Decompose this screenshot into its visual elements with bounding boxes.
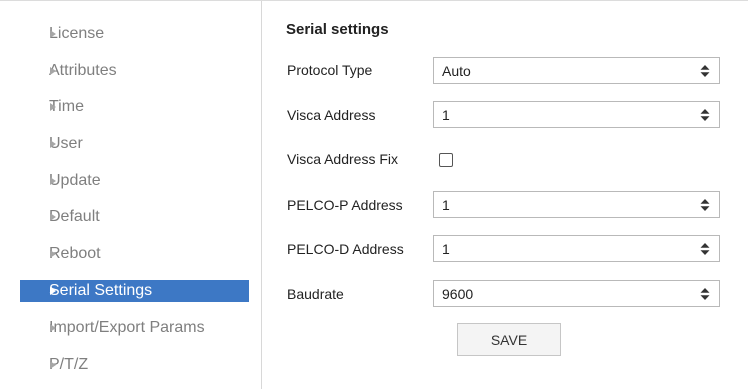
sidebar-item-license[interactable]: License — [20, 23, 249, 45]
triangle-right-icon — [50, 67, 56, 75]
pelco-p-address-select[interactable]: 1 — [433, 191, 720, 218]
protocol-type-value: Auto — [442, 62, 471, 79]
sidebar: License Attributes Time User Update Defa… — [0, 1, 262, 389]
sidebar-item-reboot[interactable]: Reboot — [20, 243, 249, 265]
up-down-arrows-icon — [700, 242, 710, 255]
visca-address-value: 1 — [442, 106, 450, 123]
sidebar-item-label: Reboot — [49, 245, 101, 262]
pelco-d-address-select[interactable]: 1 — [433, 235, 720, 262]
pelco-d-address-label: PELCO-D Address — [287, 241, 404, 257]
sidebar-item-label: Attributes — [49, 62, 117, 79]
up-down-arrows-icon — [700, 287, 710, 300]
visca-address-label: Visca Address — [287, 107, 376, 123]
visca-address-fix-checkbox[interactable] — [439, 153, 453, 167]
sidebar-item-user[interactable]: User — [20, 133, 249, 155]
baudrate-label: Baudrate — [287, 286, 344, 302]
sidebar-item-label: Import/Export Params — [49, 319, 205, 336]
sidebar-item-label: License — [49, 25, 105, 42]
sidebar-item-default[interactable]: Default — [20, 206, 249, 228]
triangle-right-icon — [50, 103, 56, 111]
sidebar-item-label: Update — [49, 172, 101, 189]
up-down-arrows-icon — [700, 198, 710, 211]
triangle-right-icon — [50, 213, 56, 221]
serial-settings-panel: Serial settings Protocol Type Auto Visca… — [262, 1, 748, 389]
sidebar-item-import-export-params[interactable]: Import/Export Params — [20, 317, 249, 339]
up-down-arrows-icon — [700, 108, 710, 121]
triangle-right-icon — [50, 361, 56, 369]
triangle-right-icon — [50, 30, 56, 38]
triangle-right-icon — [50, 287, 56, 295]
section-title: Serial settings — [286, 21, 389, 38]
sidebar-item-ptz[interactable]: P/T/Z — [20, 354, 249, 376]
triangle-right-icon — [50, 324, 56, 332]
pelco-d-address-value: 1 — [442, 240, 450, 257]
sidebar-item-serial-settings[interactable]: Serial Settings — [20, 280, 249, 302]
visca-address-fix-label: Visca Address Fix — [287, 151, 399, 167]
sidebar-item-time[interactable]: Time — [20, 96, 249, 118]
pelco-p-address-label: PELCO-P Address — [287, 197, 403, 213]
triangle-right-icon — [50, 140, 56, 148]
triangle-right-icon — [50, 177, 56, 185]
baudrate-value: 9600 — [442, 285, 474, 302]
protocol-type-select[interactable]: Auto — [433, 57, 720, 84]
save-button[interactable]: SAVE — [457, 323, 561, 356]
up-down-arrows-icon — [700, 64, 710, 77]
settings-page: License Attributes Time User Update Defa… — [0, 0, 748, 389]
sidebar-item-label: Default — [49, 208, 100, 225]
sidebar-item-update[interactable]: Update — [20, 170, 249, 192]
protocol-type-label: Protocol Type — [287, 62, 373, 78]
sidebar-item-attributes[interactable]: Attributes — [20, 60, 249, 82]
triangle-right-icon — [50, 250, 56, 258]
baudrate-select[interactable]: 9600 — [433, 280, 720, 307]
sidebar-item-label: Serial Settings — [49, 282, 153, 299]
pelco-p-address-value: 1 — [442, 196, 450, 213]
visca-address-select[interactable]: 1 — [433, 101, 720, 128]
